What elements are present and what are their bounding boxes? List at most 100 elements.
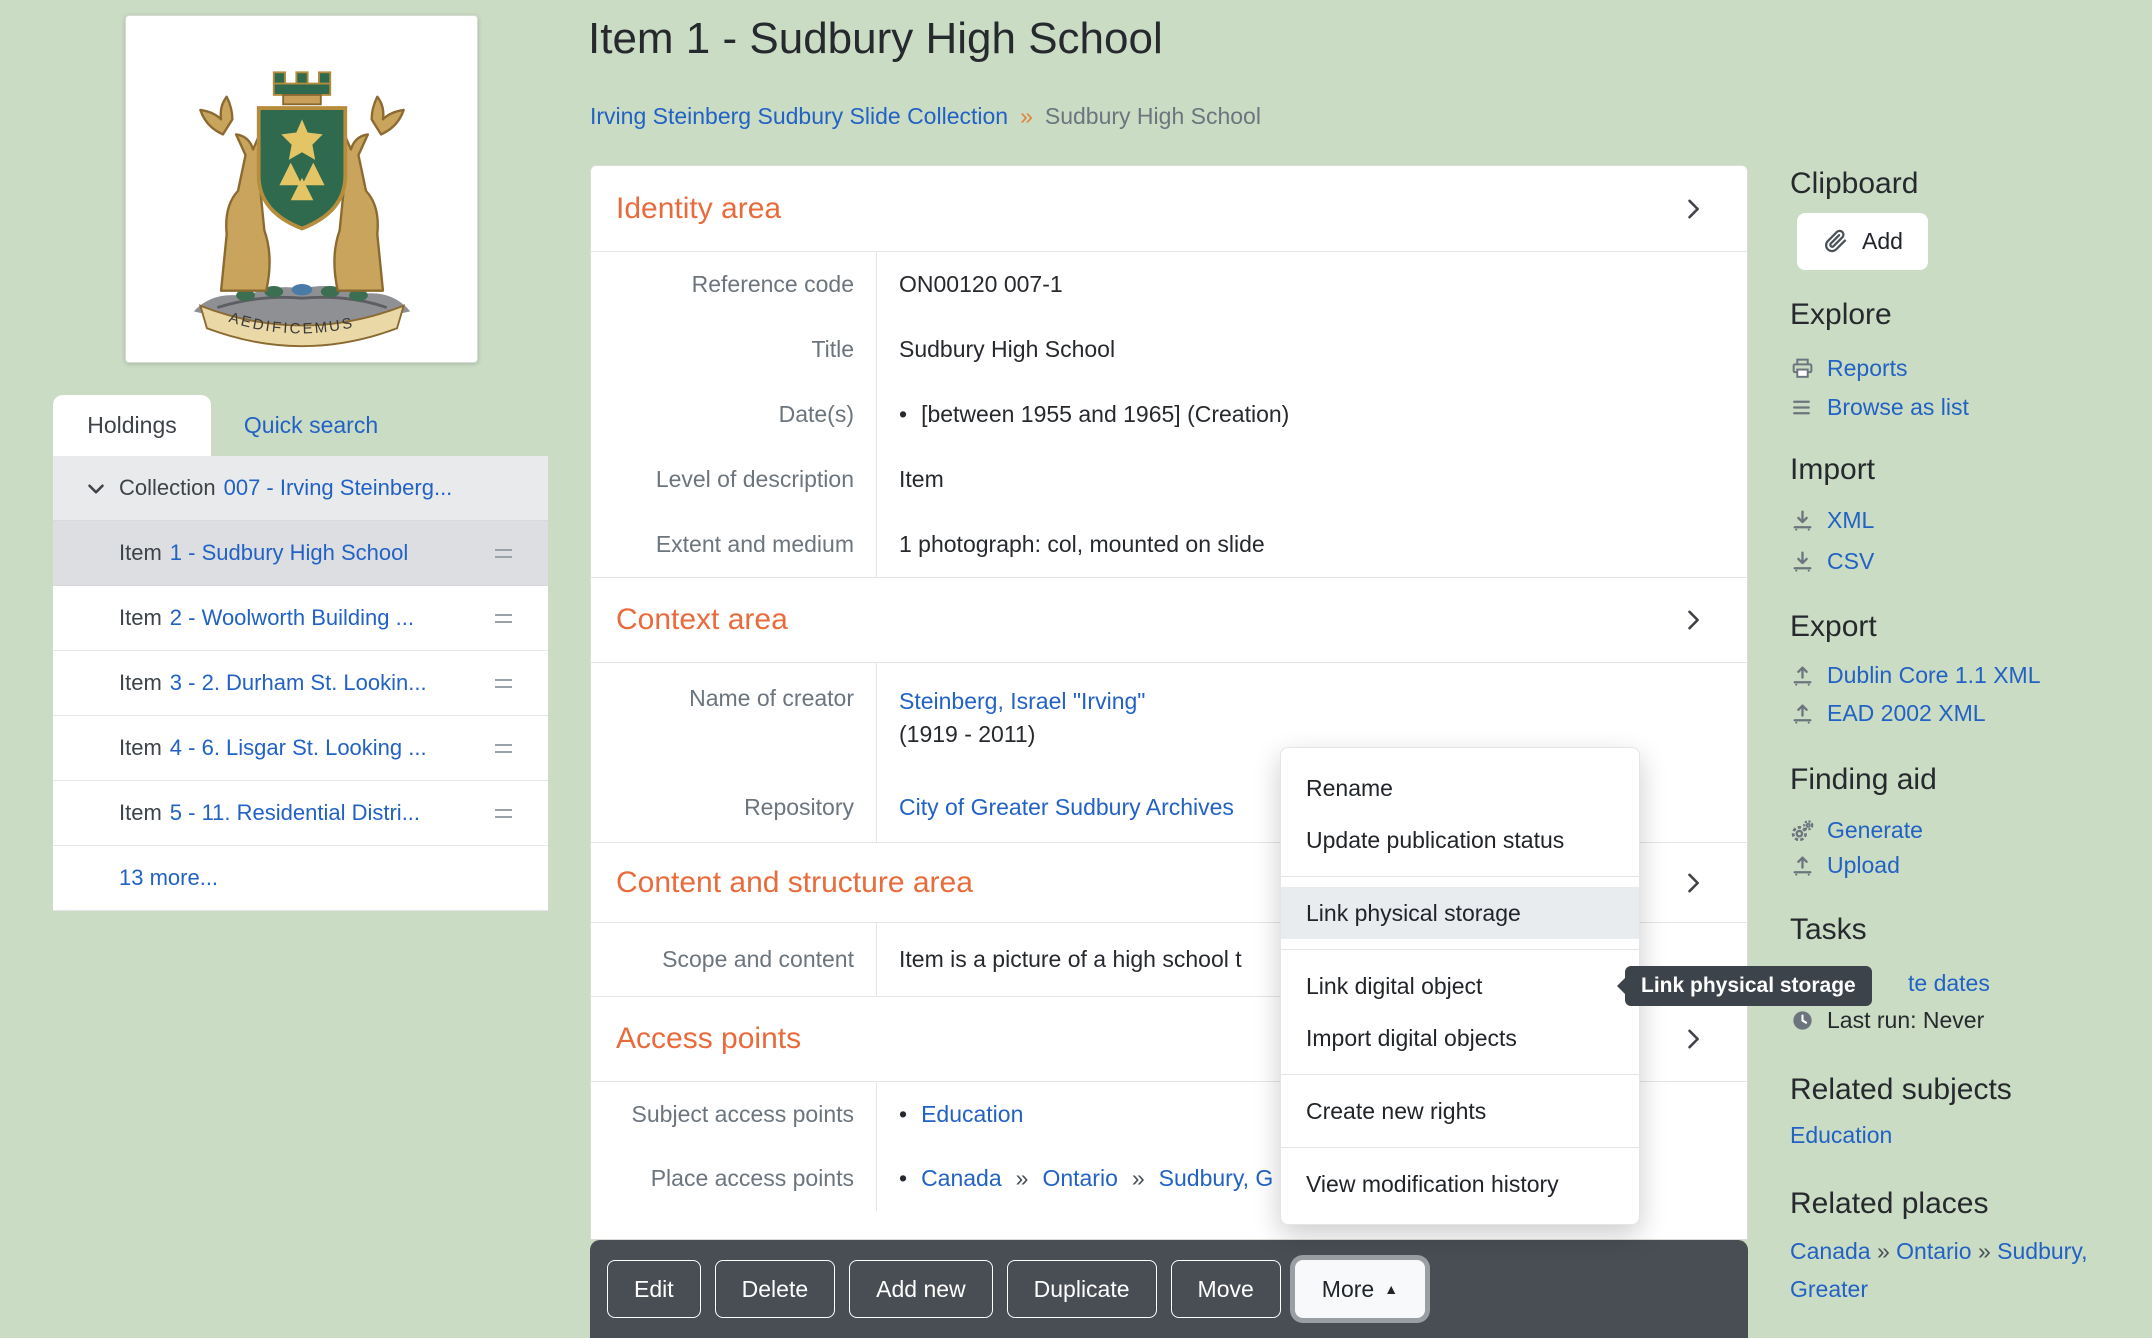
export-ead-link[interactable]: EAD 2002 XML — [1827, 700, 1986, 727]
upload-icon — [1790, 663, 1815, 688]
tree-item-prefix: Collection — [119, 475, 216, 501]
reports-link-row[interactable]: Reports — [1790, 348, 1908, 388]
add-new-button[interactable]: Add new — [849, 1260, 993, 1318]
atom-description-page: AEDIFICEMUS Holdings Quick search Collec… — [0, 0, 2152, 1338]
field-row: Title Sudbury High School — [591, 317, 1747, 382]
field-value: Sudbury High School — [899, 336, 1115, 363]
link-physical-storage-tooltip: Link physical storage — [1625, 966, 1872, 1006]
more-button-label: More — [1322, 1276, 1374, 1303]
export-dublin-core-link[interactable]: Dublin Core 1.1 XML — [1827, 662, 2041, 689]
related-subject-row[interactable]: Education — [1790, 1115, 1892, 1155]
edit-button[interactable]: Edit — [607, 1260, 701, 1318]
menu-item-link-physical-storage[interactable]: Link physical storage — [1281, 887, 1639, 939]
menu-item-import-digital-objects[interactable]: Import digital objects — [1281, 1012, 1639, 1064]
tab-holdings[interactable]: Holdings — [53, 395, 211, 456]
field-label: Reference code — [591, 252, 876, 317]
menu-item-view-modification-history[interactable]: View modification history — [1281, 1158, 1639, 1210]
browse-as-list-link[interactable]: Browse as list — [1827, 394, 1969, 421]
place-access-point-link[interactable]: Canada — [921, 1165, 1002, 1192]
drag-handle-icon[interactable] — [495, 614, 512, 623]
field-label: Repository — [591, 772, 876, 842]
export-heading: Export — [1790, 605, 1877, 649]
breadcrumb-collection-link[interactable]: Irving Steinberg Sudbury Slide Collectio… — [590, 103, 1008, 130]
tree-row-item[interactable]: Item 2 - Woolworth Building ... — [53, 586, 548, 651]
tree-row-more[interactable]: 13 more... — [53, 846, 548, 911]
duplicate-button[interactable]: Duplicate — [1007, 1260, 1157, 1318]
tasks-link-visible-fragment[interactable]: te dates — [1908, 970, 1990, 997]
finding-aid-generate-row[interactable]: Generate — [1790, 810, 1923, 850]
tab-quick-search[interactable]: Quick search — [211, 395, 411, 456]
finding-aid-generate-link[interactable]: Generate — [1827, 817, 1923, 844]
chevron-right-icon[interactable] — [1679, 606, 1707, 634]
import-xml-row[interactable]: XML — [1790, 500, 1874, 540]
drag-handle-icon[interactable] — [495, 744, 512, 753]
tree-more-link[interactable]: 13 more... — [119, 865, 218, 891]
related-place-link[interactable]: Canada — [1790, 1238, 1871, 1264]
menu-divider — [1281, 1147, 1639, 1148]
field-row: Extent and medium 1 photograph: col, mou… — [591, 512, 1747, 577]
place-separator: » — [1132, 1165, 1145, 1192]
chevron-down-icon[interactable] — [83, 476, 109, 502]
crest-shield — [258, 108, 345, 228]
finding-aid-upload-row[interactable]: Upload — [1790, 845, 1900, 885]
drag-handle-icon[interactable] — [495, 809, 512, 818]
tasks-heading: Tasks — [1790, 908, 1867, 952]
tree-row-item[interactable]: Item 3 - 2. Durham St. Lookin... — [53, 651, 548, 716]
last-run-text: Last run: Never — [1827, 1007, 1984, 1034]
upload-icon — [1790, 853, 1815, 878]
import-csv-link[interactable]: CSV — [1827, 548, 1874, 575]
tree-row-item[interactable]: Item 5 - 11. Residential Distri... — [53, 781, 548, 846]
delete-button[interactable]: Delete — [715, 1260, 835, 1318]
chevron-right-icon[interactable] — [1679, 195, 1707, 223]
menu-item-link-digital-object[interactable]: Link digital object — [1281, 960, 1639, 1012]
drag-handle-icon[interactable] — [495, 549, 512, 558]
breadcrumb-separator: » — [1020, 103, 1033, 130]
tree-item-link[interactable]: 007 - Irving Steinberg... — [224, 475, 453, 501]
field-label: Name of creator — [591, 663, 876, 772]
import-xml-link[interactable]: XML — [1827, 507, 1874, 534]
clipboard-add-button[interactable]: Add — [1797, 213, 1928, 270]
tree-row-item[interactable]: Item 4 - 6. Lisgar St. Looking ... — [53, 716, 548, 781]
creator-link[interactable]: Steinberg, Israel "Irving" — [899, 688, 1145, 715]
repository-logo-card: AEDIFICEMUS — [125, 15, 478, 363]
field-label: Title — [591, 317, 876, 382]
tree-item-link[interactable]: 4 - 6. Lisgar St. Looking ... — [170, 735, 427, 761]
place-access-point-link[interactable]: Ontario — [1042, 1165, 1117, 1192]
place-access-point-link[interactable]: Sudbury, G — [1159, 1165, 1274, 1192]
reports-link[interactable]: Reports — [1827, 355, 1908, 382]
tree-row-item[interactable]: Item 1 - Sudbury High School — [53, 521, 548, 586]
chevron-right-icon[interactable] — [1679, 1025, 1707, 1053]
browse-as-list-row[interactable]: Browse as list — [1790, 387, 1969, 427]
finding-aid-upload-link[interactable]: Upload — [1827, 852, 1900, 879]
field-label: Date(s) — [591, 382, 876, 447]
field-label: Level of description — [591, 447, 876, 512]
explore-heading: Explore — [1790, 293, 1892, 337]
related-subjects-heading: Related subjects — [1790, 1068, 2012, 1112]
place-separator: » — [1016, 1165, 1029, 1192]
export-dublin-core-row[interactable]: Dublin Core 1.1 XML — [1790, 655, 2041, 695]
menu-item-create-new-rights[interactable]: Create new rights — [1281, 1085, 1639, 1137]
tree-row-collection[interactable]: Collection 007 - Irving Steinberg... — [53, 456, 548, 521]
tree-item-prefix: Item — [119, 540, 162, 566]
chevron-right-icon[interactable] — [1679, 869, 1707, 897]
menu-divider — [1281, 876, 1639, 877]
related-places-breadcrumb: Canada » Ontario » Sudbury, Greater — [1790, 1232, 2120, 1308]
menu-item-update-publication-status[interactable]: Update publication status — [1281, 814, 1639, 866]
tree-item-link[interactable]: 5 - 11. Residential Distri... — [170, 800, 420, 826]
repository-link[interactable]: City of Greater Sudbury Archives — [899, 794, 1234, 821]
related-subject-link[interactable]: Education — [1790, 1122, 1892, 1149]
field-row: Date(s) • [between 1955 and 1965] (Creat… — [591, 382, 1747, 447]
tree-item-link[interactable]: 3 - 2. Durham St. Lookin... — [170, 670, 427, 696]
bullet: • — [899, 1165, 907, 1192]
more-button[interactable]: More ▲ — [1295, 1260, 1425, 1318]
tree-item-link[interactable]: 1 - Sudbury High School — [170, 540, 408, 566]
move-button[interactable]: Move — [1171, 1260, 1281, 1318]
subject-access-point-link[interactable]: Education — [921, 1101, 1023, 1128]
menu-item-rename[interactable]: Rename — [1281, 762, 1639, 814]
export-ead-row[interactable]: EAD 2002 XML — [1790, 693, 1986, 733]
tree-item-link[interactable]: 2 - Woolworth Building ... — [170, 605, 414, 631]
holdings-treeview: Collection 007 - Irving Steinberg... Ite… — [53, 456, 548, 911]
import-csv-row[interactable]: CSV — [1790, 541, 1874, 581]
related-place-link[interactable]: Ontario — [1896, 1238, 1971, 1264]
drag-handle-icon[interactable] — [495, 679, 512, 688]
